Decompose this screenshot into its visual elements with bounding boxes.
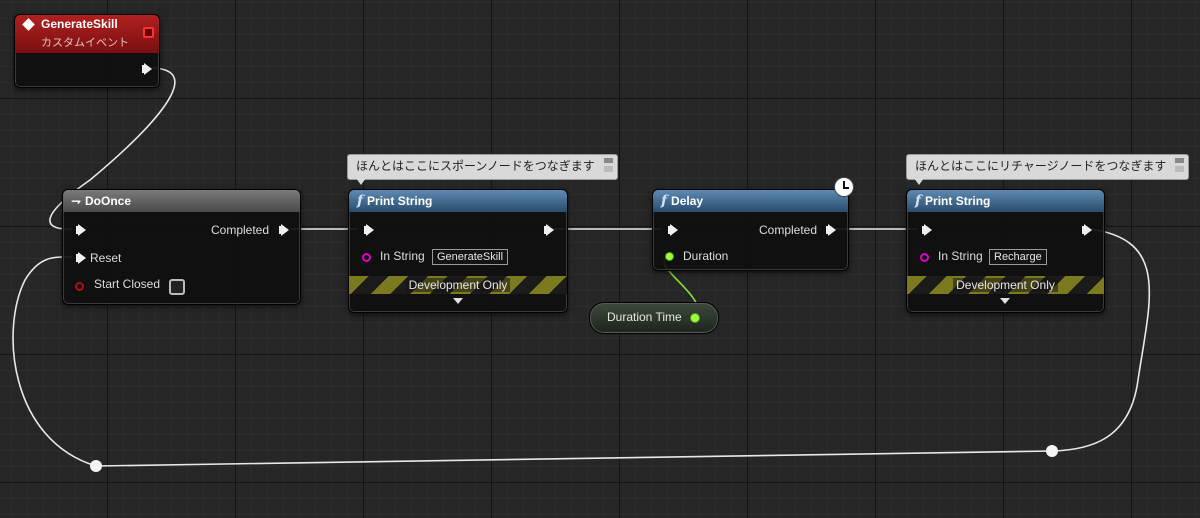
print-string-node-1[interactable]: f Print String In String GenerateSkill De… [348,189,568,313]
delay-duration-label: Duration [683,249,729,263]
doonce-completed-label: Completed [211,223,270,237]
doonce-title: DoOnce [85,194,132,208]
print1-dev-only-label: Development Only [405,278,511,292]
print1-exec-out-pin[interactable] [544,224,554,236]
delay-duration-pin[interactable] [665,252,674,261]
print1-title: Print String [367,194,433,208]
function-f-icon: f [661,193,668,209]
function-f-icon: f [915,193,922,209]
clock-icon [834,177,854,197]
doonce-reset-in-pin[interactable] [76,252,86,264]
exec-wire-reroute-link [95,450,1053,467]
custom-event-node[interactable]: GenerateSkill カスタムイベント [14,14,160,88]
delay-header: f Delay [653,190,848,212]
event-title: GenerateSkill [41,17,118,31]
doonce-start-closed-pin[interactable] [75,282,84,291]
print2-in-string-label: In String [938,249,983,263]
print2-exec-in-pin[interactable] [922,224,932,236]
comment-bubble-spawn[interactable]: ほんとはここにスポーンノードをつなぎます [347,154,618,180]
delay-exec-in-pin[interactable] [668,224,678,236]
doonce-exec-in-pin[interactable] [76,224,86,236]
print2-exec-out-pin[interactable] [1082,224,1092,236]
delay-node[interactable]: f Delay Completed Duration [652,189,849,271]
print2-title: Print String [925,194,991,208]
print1-in-string-field[interactable]: GenerateSkill [432,249,509,265]
doonce-header: ⇁ DoOnce [63,190,300,212]
comment-bubble-icon [1175,158,1185,172]
print1-header: f Print String [349,190,567,212]
print2-dev-only-label: Development Only [953,278,1058,292]
print2-dev-only-bar: Development Only [907,276,1104,294]
comment-pointer [356,178,366,185]
comment-pointer [914,178,924,185]
duration-time-variable-node[interactable]: Duration Time [589,302,719,334]
delay-completed-label: Completed [759,223,818,237]
print1-in-string-pin[interactable] [362,253,371,262]
print1-expand-arrow-icon[interactable] [453,298,463,304]
print1-dev-only-bar: Development Only [349,276,567,294]
event-diamond-icon [22,18,35,31]
reroute-node-left[interactable] [90,460,102,472]
comment-bubble-icon [603,158,613,172]
reroute-node-right[interactable] [1046,445,1058,457]
print-string-node-2[interactable]: f Print String In String Recharge Develop… [906,189,1105,313]
print2-in-string-field[interactable]: Recharge [989,249,1047,265]
comment-bubble-recharge[interactable]: ほんとはここにリチャージノードをつなぎます [906,154,1190,180]
doonce-reset-label: Reset [90,251,122,265]
print1-exec-in-pin[interactable] [364,224,374,236]
function-f-icon: f [357,193,364,209]
print2-header: f Print String [907,190,1104,212]
event-subtitle: カスタムイベント [41,37,129,49]
print1-in-string-label: In String [380,249,425,263]
delay-title: Delay [671,194,704,208]
duration-time-out-pin[interactable] [690,313,700,323]
comment-text: ほんとはここにスポーンノードをつなぎます [356,159,595,173]
print2-expand-arrow-icon[interactable] [1000,298,1010,304]
event-exec-out-pin[interactable] [142,63,152,75]
doonce-node[interactable]: ⇁ DoOnce Completed Reset Start Closed [62,189,301,305]
delay-completed-out-pin[interactable] [826,224,836,236]
start-closed-checkbox[interactable] [169,279,185,295]
event-header: GenerateSkill カスタムイベント [15,15,159,53]
comment-text: ほんとはここにリチャージノードをつなぎます [915,159,1167,173]
doonce-start-closed-label: Start Closed [94,277,161,291]
doonce-completed-out-pin[interactable] [279,224,289,236]
print2-in-string-pin[interactable] [920,253,929,262]
duration-time-label: Duration Time [607,310,682,324]
delegate-square-icon[interactable] [143,27,154,38]
macro-arrow-icon: ⇁ [71,194,82,208]
